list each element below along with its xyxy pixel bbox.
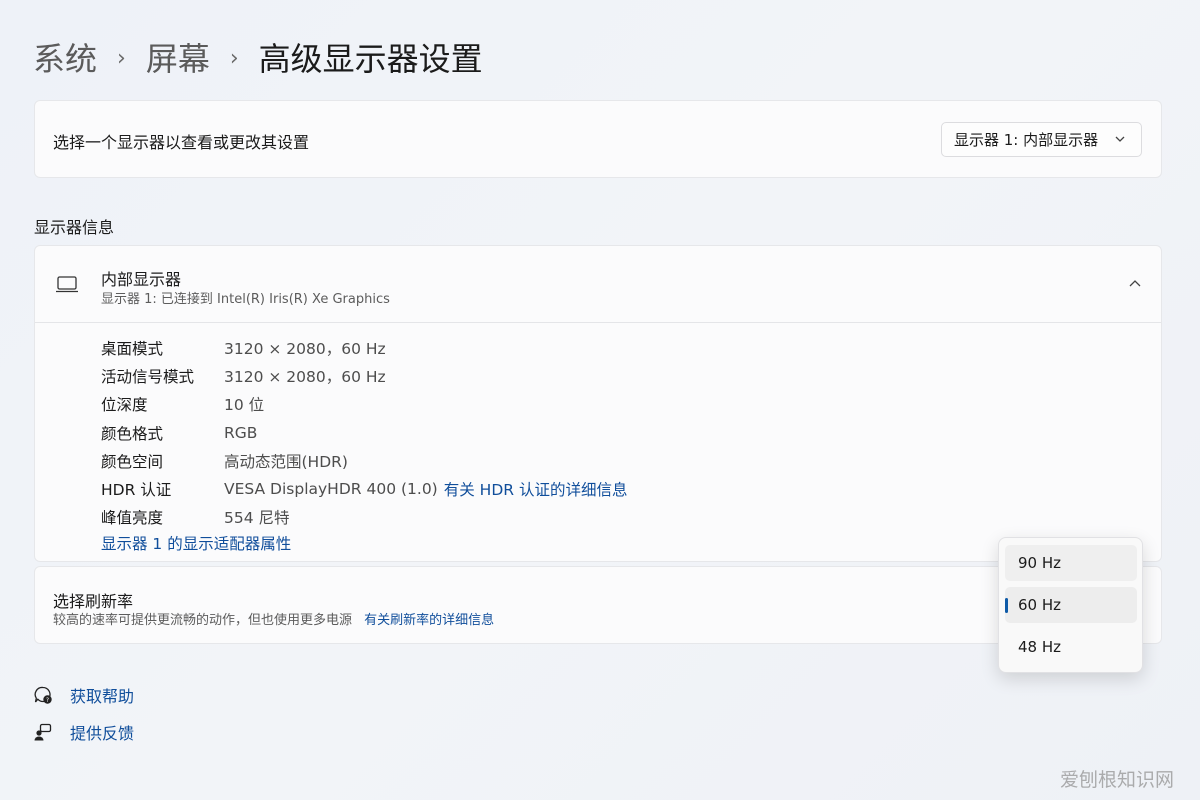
info-value: 3120 × 2080，60 Hz: [224, 340, 386, 359]
display-dropdown-value: 显示器 1: 内部显示器: [954, 131, 1099, 149]
refresh-option-90hz[interactable]: 90 Hz: [1005, 545, 1137, 581]
info-row-color-space: 颜色空间 高动态范围(HDR): [101, 447, 627, 475]
refresh-option-60hz[interactable]: 60 Hz: [1005, 587, 1137, 623]
info-value: 3120 × 2080，60 Hz: [224, 368, 386, 387]
info-value: 10 位: [224, 396, 265, 415]
feedback-link[interactable]: 提供反馈: [33, 720, 134, 744]
info-key: 颜色空间: [101, 452, 164, 471]
display-info-header[interactable]: 内部显示器 显示器 1: 已连接到 Intel(R) Iris(R) Xe Gr…: [35, 246, 1161, 323]
info-key: HDR 认证: [101, 481, 172, 500]
page-title: 高级显示器设置: [258, 40, 483, 78]
info-row-peak-brightness: 峰值亮度 554 尼特: [101, 503, 627, 531]
get-help-link[interactable]: ? 获取帮助: [33, 683, 134, 707]
refresh-rate-description: 较高的速率可提供更流畅的动作，但也使用更多电源 有关刷新率的详细信息: [53, 609, 494, 628]
info-row-active-signal: 活动信号模式 3120 × 2080，60 Hz: [101, 362, 627, 390]
display-select-card: 选择一个显示器以查看或更改其设置 显示器 1: 内部显示器: [34, 100, 1162, 178]
refresh-rate-card: 选择刷新率 较高的速率可提供更流畅的动作，但也使用更多电源 有关刷新率的详细信息: [34, 566, 1162, 644]
display-connection: 显示器 1: 已连接到 Intel(R) Iris(R) Xe Graphics: [101, 292, 390, 307]
help-chat-icon: ?: [34, 686, 52, 704]
info-row-desktop-mode: 桌面模式 3120 × 2080，60 Hz: [101, 334, 627, 362]
breadcrumb: 系统 › 屏幕 › 高级显示器设置: [33, 36, 483, 82]
display-select-label: 选择一个显示器以查看或更改其设置: [53, 133, 310, 152]
info-value: VESA DisplayHDR 400 (1.0): [224, 480, 438, 499]
breadcrumb-display[interactable]: 屏幕: [146, 36, 210, 82]
feedback-label: 提供反馈: [70, 724, 135, 743]
info-row-bit-depth: 位深度 10 位: [101, 390, 627, 418]
refresh-option-48hz[interactable]: 48 Hz: [1005, 629, 1137, 665]
refresh-rate-desc-text: 较高的速率可提供更流畅的动作，但也使用更多电源: [53, 613, 353, 628]
laptop-icon: [56, 276, 78, 293]
chevron-down-icon: [1115, 136, 1125, 142]
get-help-label: 获取帮助: [70, 687, 135, 706]
hdr-details-link[interactable]: 有关 HDR 认证的详细信息: [444, 478, 628, 500]
section-title-display-info: 显示器信息: [34, 218, 115, 237]
svg-text:?: ?: [46, 697, 49, 704]
info-value: 高动态范围(HDR): [224, 452, 348, 471]
adapter-properties-link[interactable]: 显示器 1 的显示适配器属性: [101, 532, 291, 554]
info-value: 554 尼特: [224, 509, 290, 528]
info-value: RGB: [224, 423, 258, 442]
display-info-card: 内部显示器 显示器 1: 已连接到 Intel(R) Iris(R) Xe Gr…: [34, 245, 1162, 562]
info-key: 颜色格式: [101, 424, 164, 443]
display-dropdown[interactable]: 显示器 1: 内部显示器: [941, 122, 1142, 157]
feedback-icon: [34, 723, 52, 741]
refresh-rate-details-link[interactable]: 有关刷新率的详细信息: [364, 613, 494, 628]
display-name: 内部显示器: [101, 270, 182, 289]
option-label: 90 Hz: [1018, 554, 1062, 572]
info-row-color-format: 颜色格式 RGB: [101, 419, 627, 447]
breadcrumb-separator: ›: [229, 46, 239, 71]
breadcrumb-separator: ›: [117, 46, 126, 71]
chevron-up-icon[interactable]: [1127, 276, 1143, 292]
refresh-rate-menu: 90 Hz 60 Hz 48 Hz: [998, 537, 1143, 673]
option-label: 48 Hz: [1018, 638, 1062, 656]
info-key: 位深度: [101, 396, 148, 415]
selected-indicator: [1005, 598, 1008, 613]
info-key: 峰值亮度: [101, 509, 164, 528]
option-label: 60 Hz: [1018, 596, 1062, 614]
watermark: 爱刨根知识网: [1059, 769, 1174, 791]
info-key: 桌面模式: [101, 340, 164, 359]
info-key: 活动信号模式: [101, 368, 195, 387]
info-row-hdr-cert: HDR 认证 VESA DisplayHDR 400 (1.0) 有关 HDR …: [101, 475, 627, 503]
breadcrumb-system[interactable]: 系统: [33, 36, 97, 82]
display-info-rows: 桌面模式 3120 × 2080，60 Hz 活动信号模式 3120 × 208…: [101, 334, 627, 531]
